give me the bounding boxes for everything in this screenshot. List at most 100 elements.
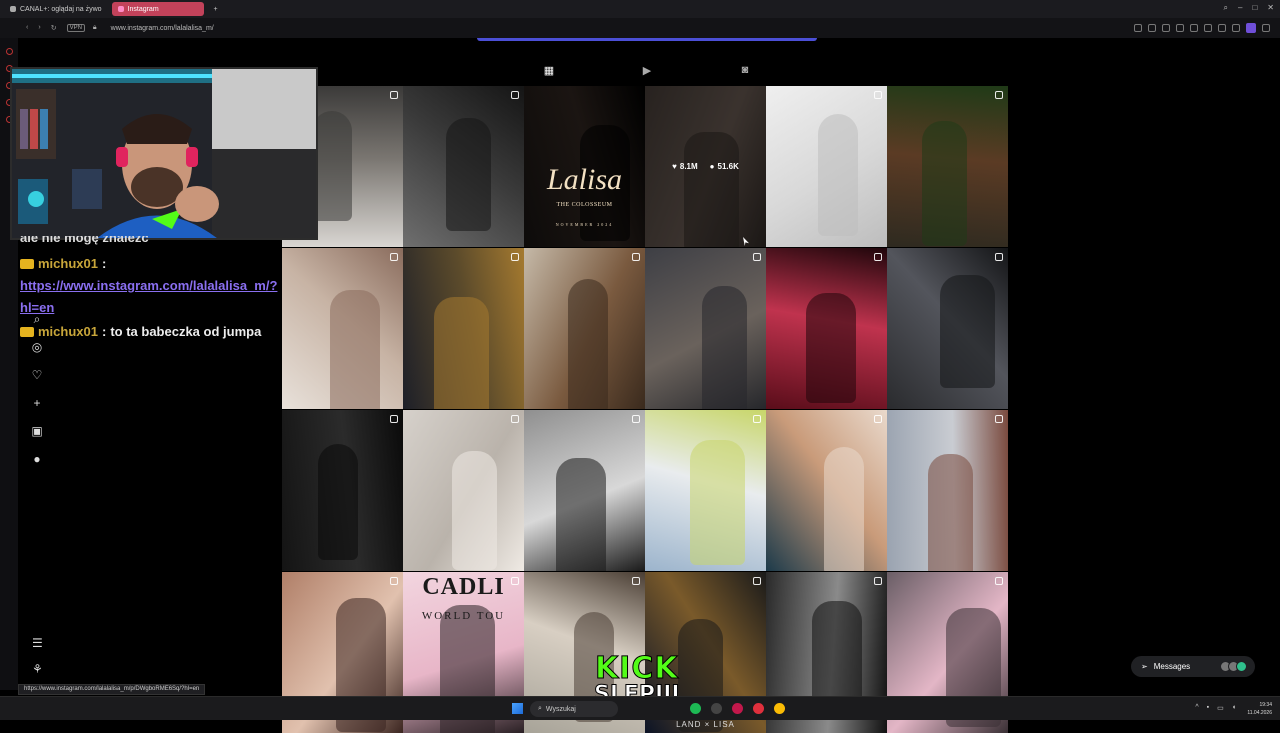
post-thumbnail[interactable] [282,248,403,409]
colosseum-cover: Lalisa THE COLOSSEUM NOVEMBER 2024 [524,165,645,228]
extension-icon[interactable] [1134,24,1142,32]
post-figure [818,114,858,236]
taskbar-search[interactable]: ⌕ Wyszukaj [530,701,618,717]
search-icon[interactable]: ⌕ [30,312,44,326]
instagram-icon [117,6,124,12]
carousel-icon [632,253,640,261]
post-thumbnail[interactable] [403,86,524,247]
threads-icon[interactable]: ⚘ [32,662,46,676]
carousel-icon [995,577,1003,585]
post-thumbnail[interactable] [766,86,887,247]
app-icon[interactable] [711,703,722,714]
chat-cut-message: ale nie mogę znaleźć [20,236,149,245]
spotify-icon[interactable] [690,703,701,714]
post-thumbnail[interactable] [887,86,1008,247]
vpn-badge[interactable]: VPN [66,24,85,32]
messages-button[interactable]: ➢ Messages [1131,656,1255,677]
app-tray-icon[interactable]: ▪ [1207,704,1209,712]
volume-icon[interactable]: ◖ [1232,704,1236,712]
profile-avatar-icon[interactable]: ● [30,452,44,466]
chevron-up-icon[interactable]: ^ [1195,704,1198,712]
post-thumbnail[interactable] [403,410,524,571]
tour-subtitle: WORLD TOU [421,610,506,622]
post-thumbnail[interactable]: Lalisa THE COLOSSEUM NOVEMBER 2024 [524,86,645,247]
opera-gx-icon[interactable] [732,703,743,714]
heart-icon[interactable]: ♡ [30,368,44,382]
tagged-icon[interactable]: ◙ [738,64,752,78]
clock-date: 11.04.2026 [1247,710,1272,716]
carousel-icon [874,415,882,423]
dashboard-icon[interactable]: ▣ [30,424,44,438]
post-thumbnail[interactable] [887,410,1008,571]
opera-icon[interactable] [753,703,764,714]
new-tab-button[interactable]: + [208,2,224,16]
post-thumbnail[interactable] [403,248,524,409]
extension-icon[interactable] [1232,24,1240,32]
reels-icon[interactable]: ▶ [640,64,654,78]
url-field[interactable]: www.instagram.com/lalalalisa_m/ [111,25,214,32]
send-icon: ➢ [1141,662,1148,671]
close-icon[interactable]: ✕ [1267,3,1274,13]
tab-label: Instagram [127,5,159,13]
profile-icon[interactable] [1246,23,1256,33]
search-icon[interactable]: ⌕ [1224,3,1228,13]
minimize-icon[interactable]: – [1238,3,1242,13]
post-thumbnail[interactable] [887,248,1008,409]
carousel-icon [390,415,398,423]
post-thumbnail[interactable]: ♥ 8.1M ● 51.6K [645,86,766,247]
back-icon[interactable]: ‹ [26,24,28,32]
crown-badge-icon [20,259,34,269]
comments-stat: ● 51.6K [710,162,739,171]
carousel-icon [874,91,882,99]
forward-icon[interactable]: › [38,24,40,32]
tab-canal[interactable]: CANAL+: oglądaj na żywo [4,2,108,16]
post-thumbnail[interactable] [766,410,887,571]
chat-username[interactable]: michux01 [38,253,98,275]
heart-icon[interactable] [1190,24,1198,32]
tab-instagram[interactable]: Instagram [111,2,204,16]
post-thumbnail[interactable] [645,248,766,409]
chat-link[interactable]: https://www.instagram.com/lalalalisa_m/?… [20,275,282,319]
network-icon[interactable]: ▭ [1217,704,1224,712]
extension-icon[interactable] [1218,24,1226,32]
webcam-image [12,69,316,238]
address-bar: ‹ › ↻ VPN 🔒︎ www.instagram.com/lalalalisa_… [0,18,1280,38]
extension-icon[interactable] [1148,24,1156,32]
carousel-icon [995,253,1003,261]
chat-separator: : [101,256,107,271]
carousel-icon [390,91,398,99]
cover-date: NOVEMBER 2024 [555,222,614,227]
clock[interactable]: 19:34 11.04.2026 [1247,701,1272,717]
post-thumbnail[interactable] [524,248,645,409]
extension-icon[interactable] [1176,24,1184,32]
more-menu-icon[interactable]: ☰ [32,636,46,650]
extension-icon[interactable] [1204,24,1212,32]
chat-message: michux01: https://www.instagram.com/lala… [20,253,282,319]
reload-icon[interactable]: ↻ [51,24,57,32]
post-figure [568,279,608,409]
carousel-icon [511,577,519,585]
taskbar-search-placeholder: Wyszukaj [545,705,576,713]
post-thumbnail[interactable] [645,410,766,571]
post-figure [434,297,489,409]
post-figure [446,118,491,231]
grid-icon[interactable]: ▦ [542,64,556,78]
post-figure [330,290,380,409]
menu-icon[interactable] [1262,24,1270,32]
taskbar-apps [690,703,785,714]
post-figure [690,440,745,565]
window-controls: ⌕ – □ ✕ [1224,3,1274,13]
explore-icon[interactable]: ◎ [30,340,44,354]
stream-chat: ale nie mogę znaleźć michux01: https://w… [20,236,282,343]
windows-start-icon[interactable] [512,703,523,714]
create-icon[interactable]: + [30,396,44,410]
shield-icon[interactable] [1162,24,1170,32]
maximize-icon[interactable]: □ [1252,3,1257,13]
post-figure [806,293,856,403]
sidebar-icon[interactable] [5,48,13,55]
post-thumbnail[interactable] [766,248,887,409]
kick-title: KICK [594,651,679,686]
post-thumbnail[interactable] [524,410,645,571]
chrome-icon[interactable] [774,703,785,714]
post-thumbnail[interactable] [282,410,403,571]
